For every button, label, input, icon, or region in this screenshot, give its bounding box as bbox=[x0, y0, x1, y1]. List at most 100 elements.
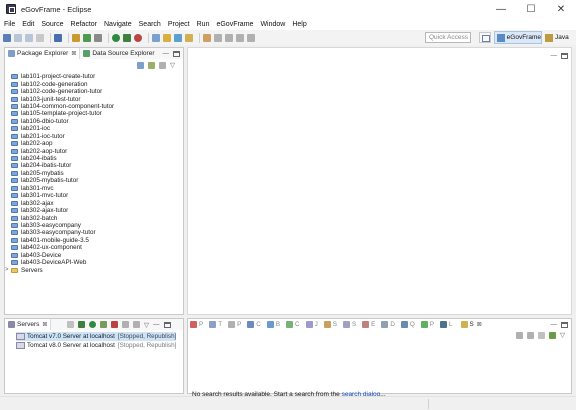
view-menu-icon[interactable]: ▽ bbox=[144, 321, 149, 329]
tab-properties[interactable]: P bbox=[228, 319, 241, 330]
publish-icon[interactable] bbox=[122, 321, 129, 328]
profile-server-icon[interactable] bbox=[100, 321, 107, 328]
tree-item-project[interactable]: lab201-ioc-tutor bbox=[11, 133, 114, 140]
new-icon[interactable] bbox=[3, 33, 11, 42]
clean-icon[interactable] bbox=[133, 321, 140, 328]
menu-project[interactable]: Project bbox=[168, 21, 190, 28]
menu-window[interactable]: Window bbox=[260, 21, 285, 28]
close-icon[interactable]: ⊠ bbox=[71, 50, 76, 57]
menu-source[interactable]: Source bbox=[41, 21, 63, 28]
maximize-icon[interactable] bbox=[561, 52, 568, 59]
close-icon[interactable]: ⊠ bbox=[477, 321, 482, 328]
open-task-icon[interactable] bbox=[174, 33, 182, 42]
tree-item-project[interactable]: lab303-easycompany-tutor bbox=[11, 229, 114, 236]
view-menu-icon[interactable]: ▽ bbox=[560, 331, 565, 339]
search-icon[interactable] bbox=[185, 33, 193, 42]
close-button[interactable]: ✕ bbox=[546, 0, 576, 18]
tree-item-project[interactable]: lab103-junit-test-tutor bbox=[11, 95, 114, 103]
back-icon[interactable] bbox=[225, 33, 233, 42]
collapse-icon[interactable] bbox=[67, 321, 74, 328]
tab-snippets[interactable]: S bbox=[323, 319, 337, 330]
tree-item-project[interactable]: lab202-aop bbox=[11, 140, 114, 147]
history-dropdown-icon[interactable] bbox=[538, 331, 545, 339]
print-icon[interactable] bbox=[36, 33, 44, 42]
quick-access-input[interactable]: Quick Access bbox=[425, 32, 471, 43]
annotation-icon[interactable] bbox=[203, 33, 211, 42]
menu-edit[interactable]: Edit bbox=[22, 21, 34, 28]
tree-item-servers-folder[interactable]: > Servers bbox=[5, 266, 114, 274]
tree-item-project[interactable]: lab102-code-generation bbox=[11, 80, 114, 88]
start-server-icon[interactable] bbox=[89, 321, 96, 328]
menu-file[interactable]: File bbox=[4, 21, 15, 28]
terminal-icon[interactable] bbox=[54, 33, 62, 42]
save-all-icon[interactable] bbox=[25, 33, 33, 42]
next-annotation-icon[interactable] bbox=[214, 33, 222, 42]
tree-item-project[interactable]: lab302-ajax-tutor bbox=[11, 207, 114, 214]
view-menu-icon[interactable]: ▽ bbox=[170, 61, 175, 69]
tab-bookmarks[interactable]: B bbox=[266, 319, 280, 330]
tab-debug[interactable]: D bbox=[381, 319, 395, 330]
tree-item-project[interactable]: lab101-project-create-tutor bbox=[11, 73, 114, 80]
egov-run-icon[interactable] bbox=[83, 33, 91, 42]
pin-icon[interactable] bbox=[549, 331, 556, 339]
stop-server-icon[interactable] bbox=[111, 321, 118, 328]
tree-item-project[interactable]: lab302-batch bbox=[11, 214, 114, 222]
external-tools-icon[interactable] bbox=[134, 33, 142, 42]
minimize-icon[interactable]: — bbox=[153, 321, 160, 328]
tree-item-project[interactable]: lab401-mobile-guide-3.5 bbox=[11, 237, 114, 244]
tab-error-log[interactable]: E bbox=[362, 319, 375, 330]
tree-item-project[interactable]: lab301-mvc bbox=[11, 185, 114, 192]
new-java-project-icon[interactable] bbox=[152, 33, 160, 42]
collapse-all-icon[interactable] bbox=[137, 61, 144, 69]
last-edit-icon[interactable] bbox=[247, 33, 255, 42]
menu-egovframe[interactable]: eGovFrame bbox=[216, 21, 253, 28]
open-perspective-button[interactable] bbox=[479, 32, 491, 43]
tree-item-project[interactable]: lab402-ux-component bbox=[11, 244, 114, 251]
tab-tasks[interactable]: T bbox=[209, 319, 222, 330]
tree-item-project[interactable]: lab202-aop-tutor bbox=[11, 147, 114, 155]
menu-search[interactable]: Search bbox=[139, 21, 161, 28]
tab-call-hierarchy[interactable]: C bbox=[286, 319, 300, 330]
tree-item-project[interactable]: lab205-mybatis bbox=[11, 170, 114, 177]
minimize-icon[interactable]: — bbox=[551, 52, 558, 59]
close-icon[interactable]: ⊠ bbox=[42, 321, 47, 328]
remove-all-icon[interactable] bbox=[527, 331, 534, 339]
tab-javadoc[interactable]: J bbox=[305, 319, 318, 330]
tree-item-project[interactable]: lab204-ibatis bbox=[11, 155, 114, 162]
link-with-editor-icon[interactable] bbox=[148, 61, 155, 69]
tab-data-source-explorer[interactable]: Data Source Explorer bbox=[80, 48, 157, 59]
tab-package-explorer[interactable]: Package Explorer ⊠ bbox=[5, 48, 81, 59]
open-type-icon[interactable] bbox=[163, 33, 171, 42]
perspective-java[interactable]: Java bbox=[543, 31, 573, 44]
tree-item-project[interactable]: lab403-DeviceAPI-Web bbox=[11, 259, 114, 266]
menu-navigate[interactable]: Navigate bbox=[104, 21, 132, 28]
server-item[interactable]: Tomcat v7.0 Server at localhost [Stopped… bbox=[16, 332, 177, 341]
settings-gear-icon[interactable] bbox=[94, 33, 102, 42]
server-item[interactable]: Tomcat v8.0 Server at localhost [Stopped… bbox=[16, 341, 176, 350]
tree-item-project[interactable]: lab302-ajax bbox=[11, 199, 114, 207]
tab-console[interactable]: C bbox=[247, 319, 261, 330]
tab-search[interactable]: S ⊠ bbox=[458, 319, 484, 330]
debug-icon[interactable] bbox=[123, 33, 131, 42]
tree-item-project[interactable]: lab104-common-component-tutor bbox=[11, 103, 114, 110]
tab-history[interactable]: L bbox=[440, 319, 453, 330]
run-icon[interactable] bbox=[112, 33, 120, 42]
filter-icon[interactable] bbox=[159, 61, 166, 69]
tree-item-project[interactable]: lab106-dbio-tutor bbox=[11, 118, 114, 125]
tab-sql-results[interactable]: Q bbox=[400, 319, 415, 330]
debug-server-icon[interactable] bbox=[78, 321, 85, 328]
maximize-icon[interactable] bbox=[173, 50, 180, 57]
forward-icon[interactable] bbox=[236, 33, 244, 42]
minimize-icon[interactable]: — bbox=[551, 321, 558, 328]
tree-item-project[interactable]: lab102-code-generation-tutor bbox=[11, 88, 114, 95]
maximize-icon[interactable] bbox=[561, 321, 568, 328]
tree-item-project[interactable]: lab105-template-project-tutor bbox=[11, 110, 114, 117]
tree-item-project[interactable]: lab403-Device bbox=[11, 252, 114, 259]
tree-item-project[interactable]: lab204-ibatis-tutor bbox=[11, 162, 114, 169]
tree-item-project[interactable]: lab301-mvc-tutor bbox=[11, 192, 114, 199]
tab-servers[interactable]: Servers ⊠ bbox=[5, 319, 52, 330]
menu-help[interactable]: Help bbox=[292, 21, 306, 28]
link-icon[interactable] bbox=[516, 331, 523, 339]
tab-problems[interactable]: P bbox=[190, 319, 203, 330]
tab-svn[interactable]: S bbox=[342, 319, 356, 330]
